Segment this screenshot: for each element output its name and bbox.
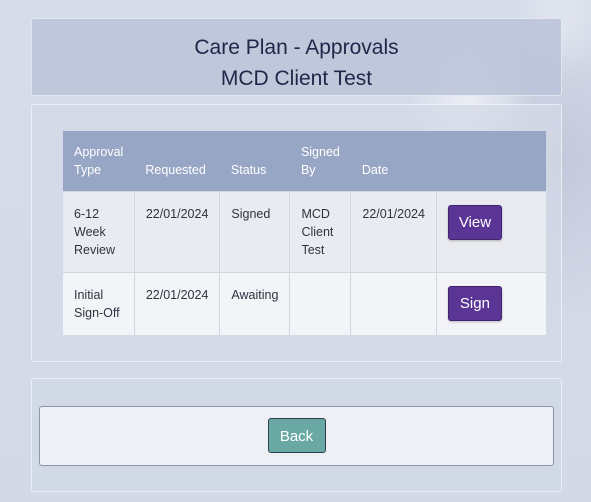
cell-approval-type: 6-12 Week Review — [63, 191, 135, 273]
column-header-signed-by: Signed By — [289, 131, 351, 192]
cell-approval-type: Initial Sign-Off — [63, 272, 135, 335]
page-title-line1: Care Plan - Approvals — [194, 36, 399, 59]
column-header-approval-type: Approval Type — [63, 131, 135, 192]
table-header-row: Approval Type Requested Status Signed By… — [63, 131, 546, 192]
view-button[interactable]: View — [447, 205, 502, 240]
column-header-date: Date — [350, 131, 437, 192]
back-button[interactable]: Back — [267, 418, 326, 453]
cell-date: 22/01/2024 — [350, 191, 437, 273]
cell-requested: 22/01/2024 — [134, 191, 221, 273]
column-header-status: Status — [219, 131, 290, 192]
back-container: Back — [39, 406, 554, 466]
page-header: Care Plan - Approvals MCD Client Test — [31, 18, 562, 96]
table-row: 6-12 Week Review 22/01/2024 Signed MCD C… — [63, 191, 546, 273]
sign-button[interactable]: Sign — [447, 286, 502, 321]
page-title-client: MCD Client Test — [220, 67, 373, 90]
column-header-requested: Requested — [134, 131, 220, 192]
page-title: Care Plan - Approvals MCD Client Test — [32, 19, 561, 94]
cell-signed-by — [289, 272, 352, 335]
approvals-panel: Approval Type Requested Status Signed By… — [31, 104, 562, 362]
approvals-table: Approval Type Requested Status Signed By… — [63, 131, 546, 335]
table-row: Initial Sign-Off 22/01/2024 Awaiting Sig… — [63, 272, 546, 335]
cell-status: Signed — [219, 191, 291, 273]
footer-panel: Back — [31, 378, 562, 492]
cell-action: View — [436, 191, 546, 273]
cell-date — [350, 272, 437, 335]
column-header-action — [436, 131, 546, 192]
cell-action: Sign — [436, 272, 546, 335]
cell-status: Awaiting — [219, 272, 291, 335]
cell-signed-by: MCD Client Test — [289, 191, 352, 273]
cell-requested: 22/01/2024 — [134, 272, 221, 335]
